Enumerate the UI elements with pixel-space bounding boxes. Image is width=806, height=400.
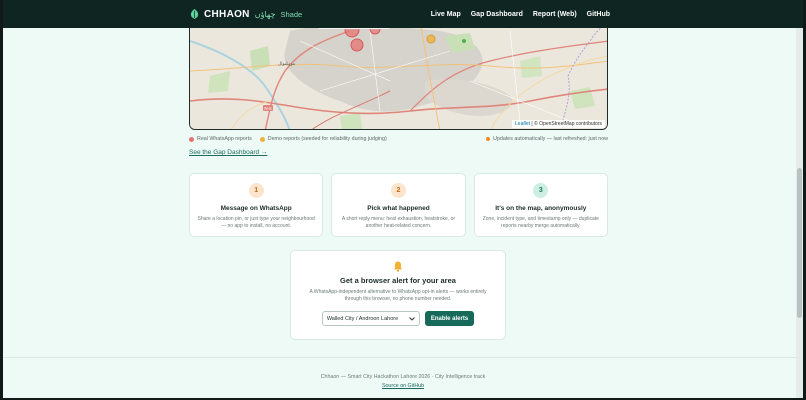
- step-description: A short reply menu: heat exhaustion, hea…: [341, 216, 456, 229]
- nav-link-gap-dashboard[interactable]: Gap Dashboard: [471, 11, 523, 18]
- legend-real: Real WhatsApp reports: [189, 136, 252, 142]
- nav-link-live-map[interactable]: Live Map: [431, 11, 461, 18]
- live-map[interactable]: N-5 موہلنوال Leaflet | © OpenStreetMap c…: [189, 20, 608, 130]
- refresh-status-label: Updates automatically — last refreshed: …: [493, 136, 608, 142]
- legend-demo-label: Demo reports (seeded for reliability dur…: [267, 136, 387, 142]
- step-number: 1: [248, 183, 264, 198]
- step-description: Share a location pin, or just type your …: [197, 216, 315, 229]
- route-shield-label: N-5: [264, 106, 272, 111]
- map-attribution: Leaflet | © OpenStreetMap contributors: [512, 120, 605, 128]
- footer-text: Chhaon — Smart City Hackathon Lahore 202…: [320, 374, 486, 380]
- nav-link-github[interactable]: GitHub: [587, 11, 610, 18]
- map-tiles: N-5 موہلنوال: [190, 21, 607, 129]
- osm-attribution: | © OpenStreetMap contributors: [531, 121, 602, 127]
- source-on-github-link[interactable]: Source on GitHub: [0, 383, 806, 389]
- live-status-dot-icon: [486, 137, 491, 141]
- real-report-dot-icon: [189, 136, 194, 142]
- demo-report-dot-icon: [259, 136, 265, 142]
- legend-real-label: Real WhatsApp reports: [197, 136, 252, 142]
- legend-items: Real WhatsApp reports Demo reports (seed…: [189, 136, 387, 142]
- window-frame-left: [0, 0, 3, 400]
- refresh-status: Updates automatically — last refreshed: …: [486, 136, 608, 142]
- scrollbar-thumb[interactable]: [797, 168, 802, 318]
- nav-links: Live Map Gap Dashboard Report (Web) GitH…: [431, 11, 610, 18]
- brand-tagline: Shade: [280, 9, 303, 19]
- step-title: It's on the map, anonymously: [495, 205, 587, 212]
- bell-icon: [394, 261, 402, 272]
- step-title: Pick what happened: [367, 205, 430, 212]
- brand[interactable]: CHHAON چھاؤں Shade: [190, 9, 302, 20]
- brand-name: CHHAON: [204, 8, 250, 20]
- alert-title: Get a browser alert for your area: [340, 276, 456, 285]
- place-label: موہلنوال: [278, 62, 296, 67]
- gap-dashboard-link[interactable]: See the Gap Dashboard →: [189, 149, 267, 156]
- area-select-value: Walled City / Androon Lahore: [326, 315, 399, 322]
- legend-demo: Demo reports (seeded for reliability dur…: [259, 136, 387, 142]
- nav-link-report-web[interactable]: Report (Web): [533, 11, 577, 18]
- area-select[interactable]: Walled City / Androon Lahore: [321, 311, 420, 326]
- step-card-2: 2 Pick what happened A short reply menu:…: [331, 173, 466, 237]
- page-scrollbar[interactable]: [796, 28, 803, 398]
- step-title: Message on WhatsApp: [220, 205, 292, 212]
- step-card-1: 1 Message on WhatsApp Share a location p…: [189, 173, 324, 237]
- map-legend: Real WhatsApp reports Demo reports (seed…: [189, 135, 608, 143]
- report-marker-demo: [426, 34, 436, 44]
- step-number: 3: [533, 183, 549, 198]
- step-card-3: 3 It's on the map, anonymously Zone, inc…: [473, 173, 608, 237]
- browser-alert-card: Get a browser alert for your area A What…: [290, 250, 506, 340]
- step-number: 2: [390, 183, 406, 198]
- alert-description: A WhatsApp-independent alternative to Wh…: [309, 289, 487, 302]
- footer-divider: [3, 357, 796, 358]
- how-it-works: 1 Message on WhatsApp Share a location p…: [189, 173, 608, 237]
- report-marker-real: [350, 38, 364, 52]
- navbar: CHHAON چھاؤں Shade Live Map Gap Dashboar…: [0, 0, 806, 28]
- chevron-down-icon: [408, 316, 415, 321]
- step-description: Zone, incident type, and timestamp only …: [482, 216, 599, 229]
- brand-urdu-name: چھاؤں: [254, 9, 276, 19]
- leaf-icon: [190, 9, 199, 19]
- leaflet-link[interactable]: Leaflet: [515, 121, 530, 127]
- enable-alerts-button[interactable]: Enable alerts: [424, 311, 475, 326]
- alert-controls: Walled City / Androon Lahore Enable aler…: [321, 311, 475, 326]
